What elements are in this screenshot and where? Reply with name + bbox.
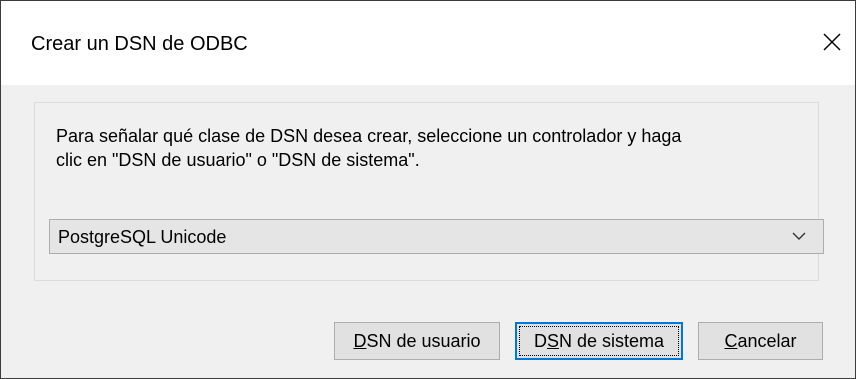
driver-dropdown[interactable]: PostgreSQL Unicode <box>49 219 824 254</box>
dialog-window: Crear un DSN de ODBC Para señalar qué cl… <box>0 0 856 379</box>
cancel-button[interactable]: Cancelar <box>698 322 823 360</box>
window-title: Crear un DSN de ODBC <box>31 33 248 55</box>
title-bar: Crear un DSN de ODBC <box>1 1 855 85</box>
close-icon <box>823 33 841 51</box>
system-dsn-button[interactable]: DSN de sistema <box>515 322 683 360</box>
cancel-label-post: ancelar <box>737 331 797 351</box>
system-dsn-accelerator: S <box>546 331 559 351</box>
system-dsn-label-pre: D <box>533 331 547 351</box>
user-dsn-button[interactable]: DSN de usuario <box>334 322 500 360</box>
instruction-line-1: Para señalar qué clase de DSN desea crea… <box>56 126 682 146</box>
instruction-line-2: clic en "DSN de usuario" o "DSN de siste… <box>56 150 420 170</box>
user-dsn-label-post: SN de usuario <box>366 331 481 351</box>
dialog-body: Para señalar qué clase de DSN desea crea… <box>1 85 855 378</box>
driver-dropdown-value: PostgreSQL Unicode <box>58 227 227 247</box>
system-dsn-label-post: N de sistema <box>558 331 665 351</box>
chevron-down-icon <box>792 232 806 240</box>
user-dsn-accelerator: D <box>353 331 367 351</box>
instruction-text: Para señalar qué clase de DSN desea crea… <box>56 124 806 172</box>
close-button[interactable] <box>813 23 851 61</box>
cancel-accelerator: C <box>724 331 738 351</box>
